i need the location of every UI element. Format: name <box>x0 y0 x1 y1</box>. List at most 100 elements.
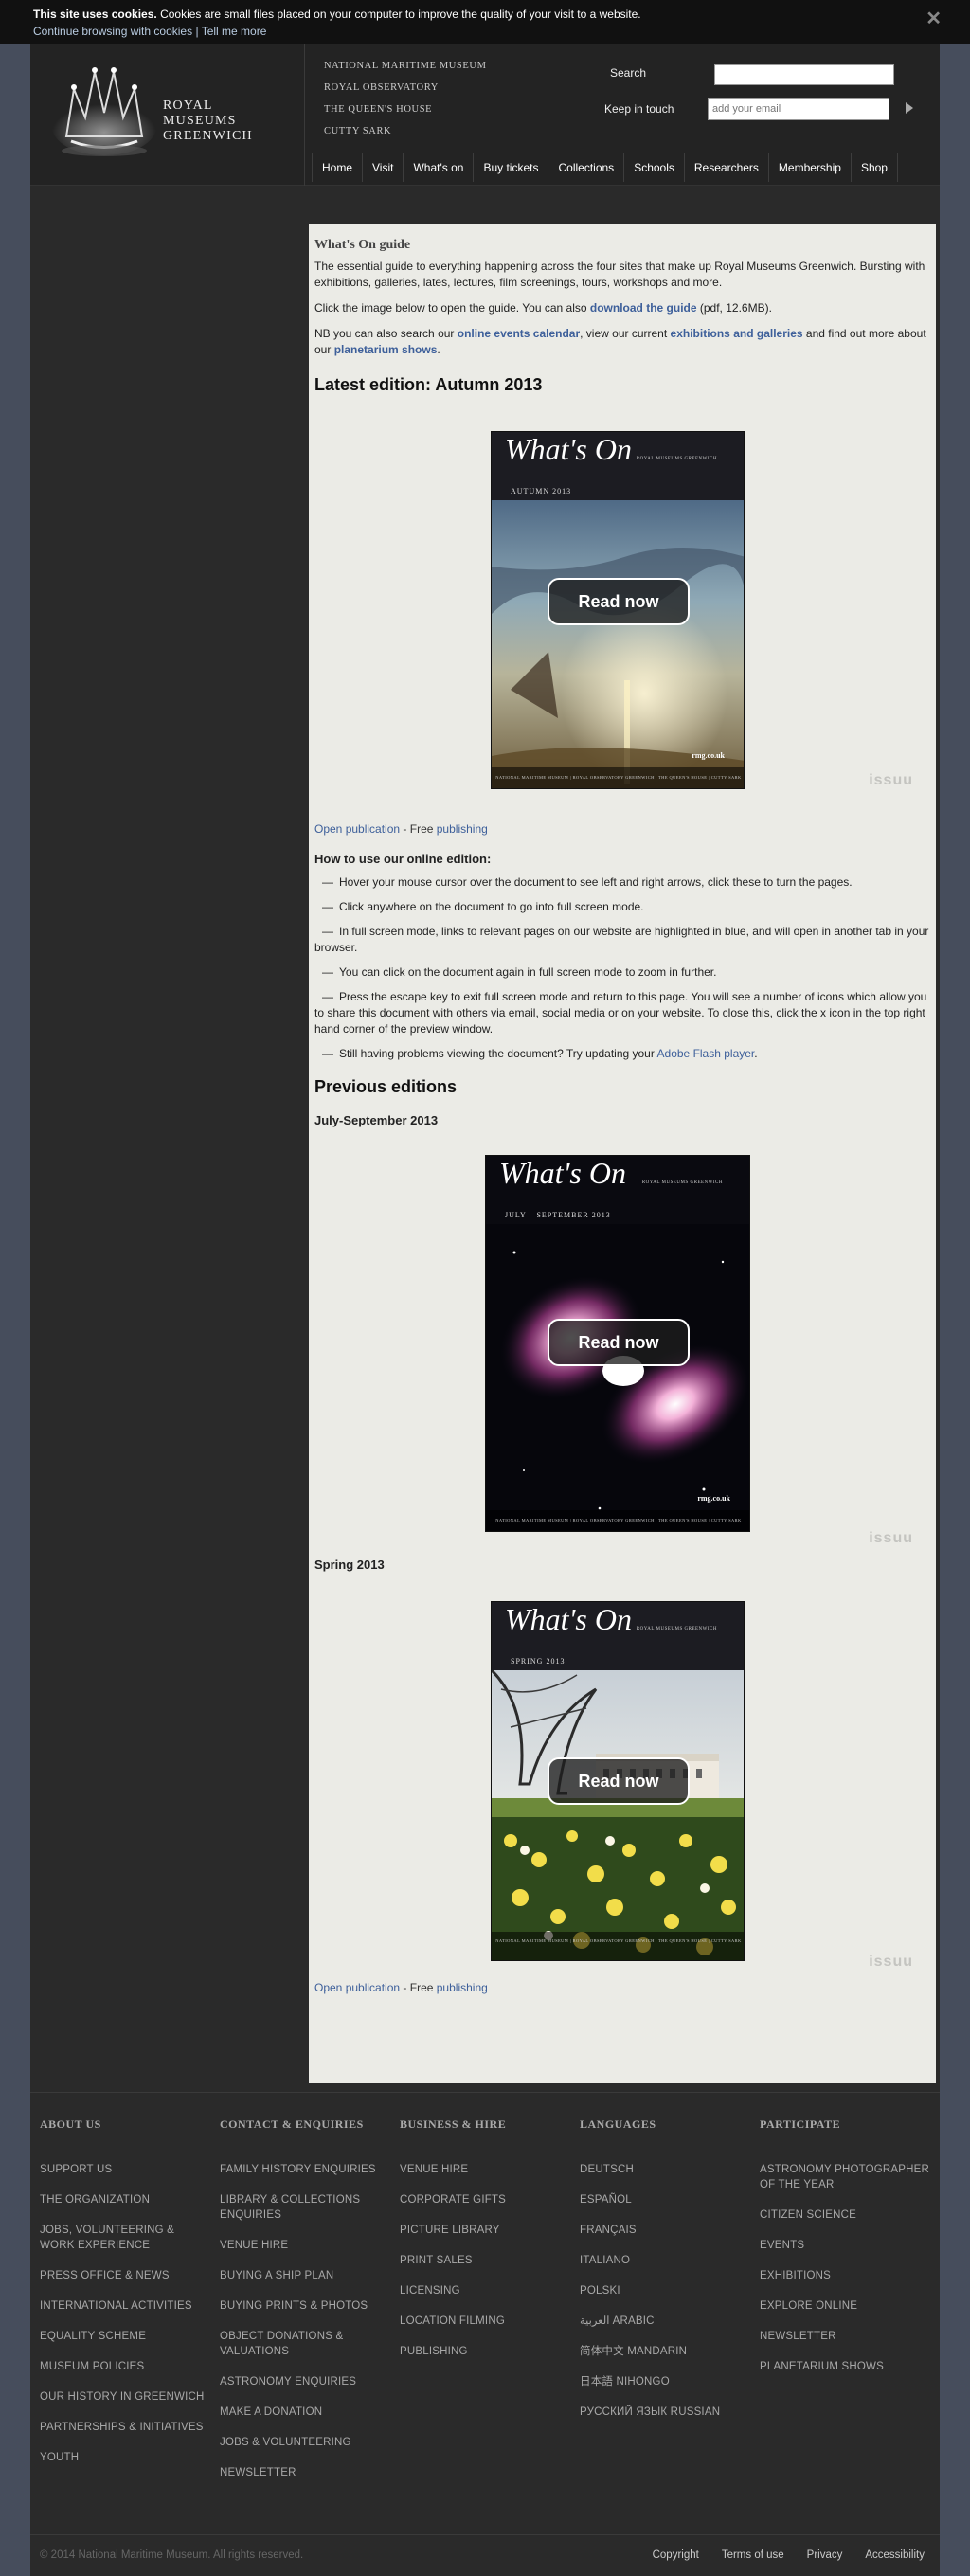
copyright-link[interactable]: Copyright <box>653 2549 699 2561</box>
publishing-link[interactable]: publishing <box>437 1981 488 1994</box>
cover-footer: NATIONAL MARITIME MUSEUM | ROYAL OBSERVA… <box>492 767 744 788</box>
footer-link[interactable]: PRINT SALES <box>400 2253 570 2268</box>
footer-link[interactable]: OBJECT DONATIONS & VALUATIONS <box>220 2329 390 2359</box>
spring-cover[interactable]: What's On SPRING 2013 ROYAL MUSEUMS GREE… <box>491 1601 745 1961</box>
footer-link[interactable]: FRANÇAIS <box>580 2223 750 2238</box>
copyright-text: © 2014 National Maritime Museum. All rig… <box>40 2549 304 2561</box>
site-link-observatory[interactable]: ROYAL OBSERVATORY <box>324 77 487 99</box>
footer-link[interactable]: PRESS OFFICE & NEWS <box>40 2268 210 2283</box>
footer-link[interactable]: BUYING A SHIP PLAN <box>220 2268 390 2283</box>
footer-link[interactable]: OUR HISTORY IN GREENWICH <box>40 2389 210 2405</box>
footer-link[interactable]: DEUTSCH <box>580 2162 750 2177</box>
nav-collections[interactable]: Collections <box>548 153 623 182</box>
newsletter-email-input[interactable] <box>708 98 889 120</box>
accessibility-link[interactable]: Accessibility <box>865 2549 925 2561</box>
open-publication-link[interactable]: Open publication <box>314 1981 400 1994</box>
cover-brand: ROYAL MUSEUMS GREENWICH <box>636 457 717 461</box>
continue-cookies-link[interactable]: Continue browsing with cookies <box>33 25 192 38</box>
tell-me-more-link[interactable]: Tell me more <box>202 25 267 38</box>
footer-link[interactable]: LIBRARY & COLLECTIONS ENQUIRIES <box>220 2192 390 2223</box>
footer-link[interactable]: INTERNATIONAL ACTIVITIES <box>40 2298 210 2314</box>
footer-link[interactable]: YOUTH <box>40 2450 210 2465</box>
footer-link[interactable]: NEWSLETTER <box>220 2465 390 2480</box>
footer-link[interactable]: VENUE HIRE <box>220 2238 390 2253</box>
footer-link[interactable]: PICTURE LIBRARY <box>400 2223 570 2238</box>
footer-link[interactable]: SUPPORT US <box>40 2162 210 2177</box>
footer-link[interactable]: JOBS, VOLUNTEERING & WORK EXPERIENCE <box>40 2223 210 2253</box>
main-content: What's On guide The essential guide to e… <box>309 224 936 2083</box>
nav-buy-tickets[interactable]: Buy tickets <box>473 153 548 182</box>
footer-link[interactable]: ESPAÑOL <box>580 2192 750 2207</box>
nav-shop[interactable]: Shop <box>850 153 898 182</box>
footer-link[interactable]: EXHIBITIONS <box>760 2268 930 2283</box>
newsletter-submit-arrow-icon[interactable] <box>906 102 913 114</box>
footer-link[interactable]: BUYING PRINTS & PHOTOS <box>220 2298 390 2314</box>
nav-schools[interactable]: Schools <box>623 153 684 182</box>
footer-link[interactable]: VENUE HIRE <box>400 2162 570 2177</box>
publishing-link[interactable]: publishing <box>437 822 488 836</box>
list-item: — Click anywhere on the document to go in… <box>322 900 644 913</box>
footer-link[interactable]: EXPLORE ONLINE <box>760 2298 930 2314</box>
footer-link[interactable]: EVENTS <box>760 2238 930 2253</box>
footer-link[interactable]: POLSKI <box>580 2283 750 2298</box>
exhibitions-link[interactable]: exhibitions and galleries <box>671 327 803 340</box>
issuu-logo[interactable]: issuu <box>869 1530 913 1546</box>
footer-link[interactable]: 日本語 NIHONGO <box>580 2374 750 2389</box>
footer-link[interactable]: 简体中文 MANDARIN <box>580 2344 750 2359</box>
search-input[interactable] <box>714 64 894 85</box>
footer-link[interactable]: JOBS & VOLUNTEERING <box>220 2435 390 2450</box>
adobe-flash-link[interactable]: Adobe Flash player <box>657 1047 755 1060</box>
cover-footer: NATIONAL MARITIME MUSEUM | ROYAL OBSERVA… <box>492 1932 744 1960</box>
read-now-button[interactable]: Read now <box>548 1319 690 1366</box>
autumn-cover[interactable]: What's On AUTUMN 2013 ROYAL MUSEUMS GREE… <box>491 431 745 789</box>
footer-link[interactable]: LICENSING <box>400 2283 570 2298</box>
spring-issuu-embed[interactable]: What's On SPRING 2013 ROYAL MUSEUMS GREE… <box>314 1573 930 1980</box>
nav-home[interactable]: Home <box>312 153 362 182</box>
page-title: What's On guide <box>314 238 411 252</box>
footer-link[interactable]: ASTRONOMY ENQUIRIES <box>220 2374 390 2389</box>
issuu-logo[interactable]: issuu <box>869 1954 913 1970</box>
footer-link[interactable]: MUSEUM POLICIES <box>40 2359 210 2374</box>
july-cover[interactable]: What's On JULY – SEPTEMBER 2013 ROYAL MU… <box>485 1155 750 1532</box>
download-guide-link[interactable]: download the guide <box>590 301 697 315</box>
site-logo[interactable]: ROYAL MUSEUMS GREENWICH <box>30 44 305 186</box>
footer-link[interactable]: NEWSLETTER <box>760 2329 930 2344</box>
events-calendar-link[interactable]: online events calendar <box>458 327 580 340</box>
close-icon[interactable]: ✕ <box>925 9 942 28</box>
footer-link[interactable]: CORPORATE GIFTS <box>400 2192 570 2207</box>
footer-link[interactable]: LOCATION FILMING <box>400 2314 570 2329</box>
july-issuu-embed[interactable]: What's On JULY – SEPTEMBER 2013 ROYAL MU… <box>314 1128 930 1553</box>
footer-link[interactable]: PUBLISHING <box>400 2344 570 2359</box>
nav-membership[interactable]: Membership <box>767 153 851 182</box>
publication-links: Open publication - Free publishing <box>314 821 930 838</box>
terms-link[interactable]: Terms of use <box>722 2549 784 2561</box>
nav-whats-on[interactable]: What's on <box>403 153 473 182</box>
footer-link[interactable]: CITIZEN SCIENCE <box>760 2207 930 2223</box>
nb-paragraph: NB you can also search our online events… <box>314 326 930 358</box>
site-link-nmm[interactable]: NATIONAL MARITIME MUSEUM <box>324 55 487 77</box>
read-now-button[interactable]: Read now <box>548 578 690 625</box>
autumn-issuu-embed[interactable]: What's On AUTUMN 2013 ROYAL MUSEUMS GREE… <box>314 393 930 821</box>
footer-link[interactable]: PARTNERSHIPS & INITIATIVES <box>40 2420 210 2435</box>
footer-link[interactable]: EQUALITY SCHEME <box>40 2329 210 2344</box>
nav-visit[interactable]: Visit <box>362 153 403 182</box>
footer-link[interactable]: العربية ARABIC <box>580 2314 750 2329</box>
site-link-cutty-sark[interactable]: CUTTY SARK <box>324 120 487 142</box>
footer-link[interactable]: ITALIANO <box>580 2253 750 2268</box>
footer-link[interactable]: THE ORGANIZATION <box>40 2192 210 2207</box>
main-nav: Home Visit What's on Buy tickets Collect… <box>312 153 898 182</box>
cover-title: What's On <box>499 1156 626 1190</box>
footer-link[interactable]: MAKE A DONATION <box>220 2405 390 2420</box>
site-link-queens-house[interactable]: THE QUEEN'S HOUSE <box>324 99 487 120</box>
page-wrapper: ROYAL MUSEUMS GREENWICH NATIONAL MARITIM… <box>30 44 940 2576</box>
footer-link[interactable]: FAMILY HISTORY ENQUIRIES <box>220 2162 390 2177</box>
open-publication-link[interactable]: Open publication <box>314 822 400 836</box>
footer-link[interactable]: PLANETARIUM SHOWS <box>760 2359 930 2374</box>
planetarium-link[interactable]: planetarium shows <box>334 343 438 356</box>
footer-link[interactable]: РУССКИЙ ЯЗЫК RUSSIAN <box>580 2405 750 2420</box>
issuu-logo[interactable]: issuu <box>869 772 913 788</box>
read-now-button[interactable]: Read now <box>548 1757 690 1805</box>
nav-researchers[interactable]: Researchers <box>683 153 768 182</box>
footer-link[interactable]: ASTRONOMY PHOTOGRAPHER OF THE YEAR <box>760 2162 930 2192</box>
privacy-link[interactable]: Privacy <box>807 2549 843 2561</box>
